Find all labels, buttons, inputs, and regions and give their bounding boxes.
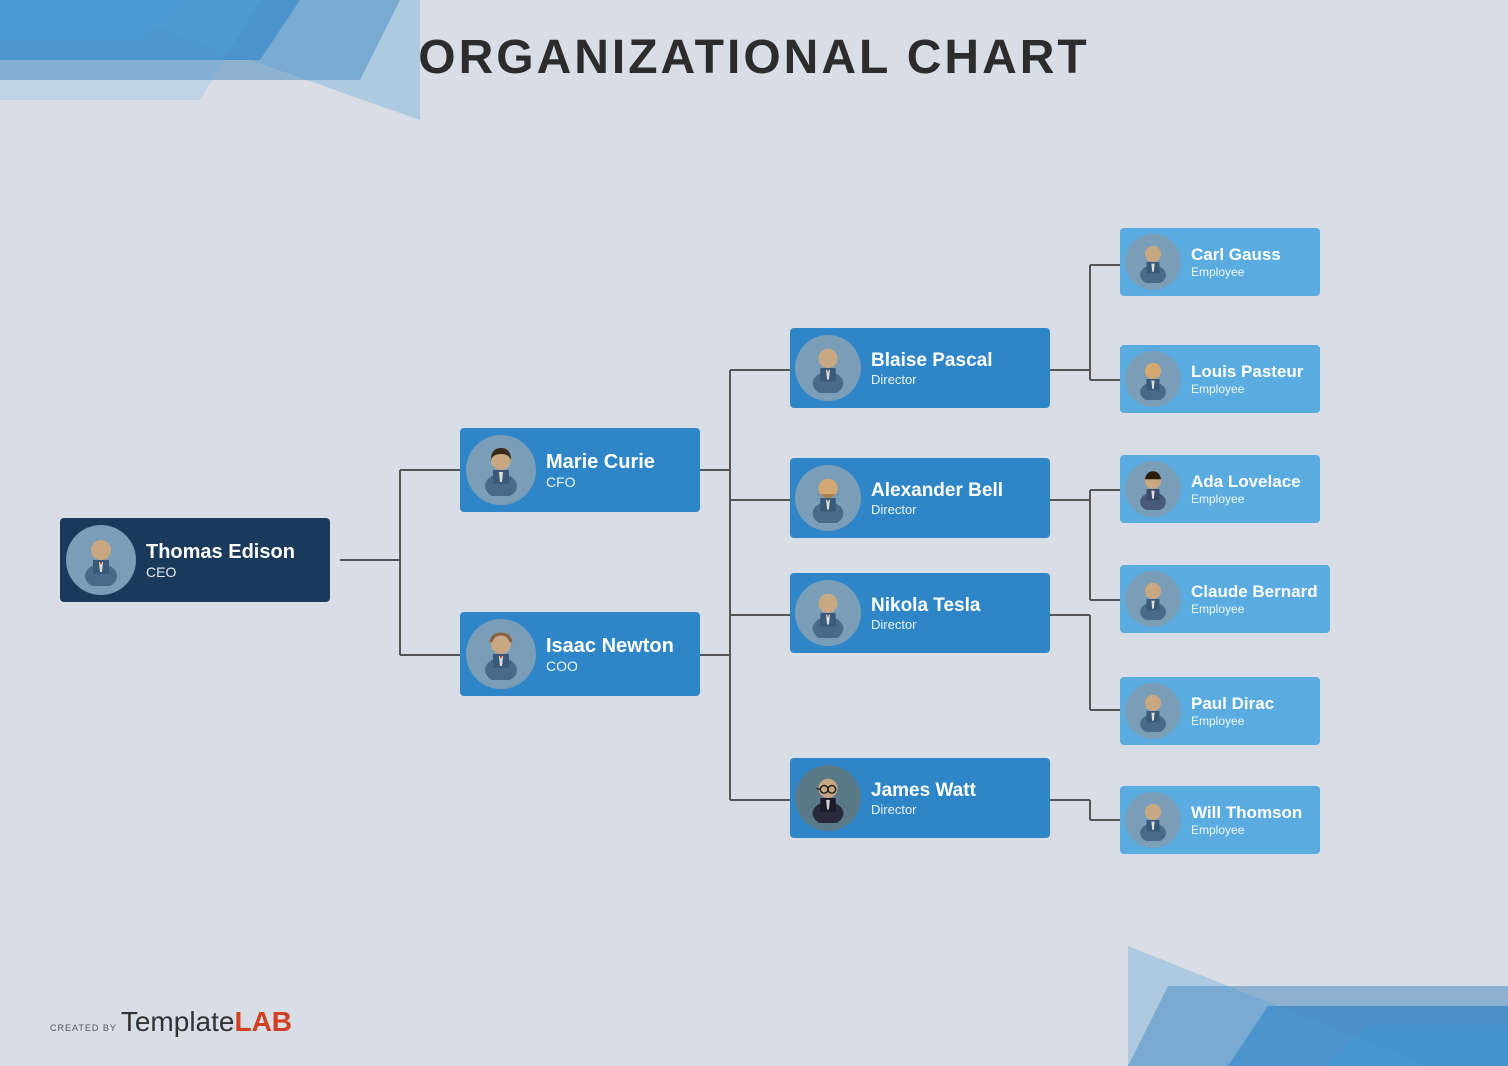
watt-text: James Watt Director: [871, 780, 976, 817]
page-title: ORGANIZATIONAL CHART: [0, 30, 1508, 85]
director-bell-card: Alexander Bell Director: [790, 458, 1050, 538]
bernard-avatar-icon: [1132, 578, 1174, 620]
bell-text: Alexander Bell Director: [871, 480, 1003, 517]
lovelace-role: Employee: [1191, 492, 1301, 506]
lovelace-avatar-icon: [1132, 468, 1174, 510]
ceo-name: Thomas Edison: [146, 541, 295, 564]
footer-template-text: Template: [121, 1006, 235, 1038]
bernard-name: Claude Bernard: [1191, 582, 1318, 602]
pasteur-name: Louis Pasteur: [1191, 362, 1303, 382]
dirac-text: Paul Dirac Employee: [1191, 694, 1274, 728]
lovelace-avatar: [1125, 461, 1181, 517]
bernard-avatar: [1125, 571, 1181, 627]
bell-avatar: [795, 465, 861, 531]
dirac-name: Paul Dirac: [1191, 694, 1274, 714]
thomson-avatar: [1125, 792, 1181, 848]
pascal-role: Director: [871, 372, 992, 387]
bell-avatar-icon: [803, 473, 853, 523]
gauss-text: Carl Gauss Employee: [1191, 245, 1281, 279]
lovelace-name: Ada Lovelace: [1191, 472, 1301, 492]
cfo-role: CFO: [546, 474, 655, 490]
pascal-avatar: [795, 335, 861, 401]
director-watt-card: James Watt Director: [790, 758, 1050, 838]
cfo-text: Marie Curie CFO: [546, 451, 655, 490]
bell-name: Alexander Bell: [871, 480, 1003, 502]
bell-role: Director: [871, 502, 1003, 517]
emp-pasteur-card: Louis Pasteur Employee: [1120, 345, 1320, 413]
pasteur-text: Louis Pasteur Employee: [1191, 362, 1303, 396]
tesla-text: Nikola Tesla Director: [871, 595, 980, 632]
director-pascal-card: Blaise Pascal Director: [790, 328, 1050, 408]
thomson-role: Employee: [1191, 823, 1302, 837]
gauss-role: Employee: [1191, 265, 1281, 279]
pasteur-role: Employee: [1191, 382, 1303, 396]
emp-gauss-card: Carl Gauss Employee: [1120, 228, 1320, 296]
dirac-role: Employee: [1191, 714, 1274, 728]
dirac-avatar-icon: [1132, 690, 1174, 732]
thomson-name: Will Thomson: [1191, 803, 1302, 823]
gauss-avatar-icon: [1132, 241, 1174, 283]
watt-avatar: [795, 765, 861, 831]
footer: CREATED BY Template LAB: [50, 1006, 292, 1038]
pasteur-avatar: [1125, 351, 1181, 407]
bernard-role: Employee: [1191, 602, 1318, 616]
footer-lab-text: LAB: [234, 1006, 292, 1038]
emp-lovelace-card: Ada Lovelace Employee: [1120, 455, 1320, 523]
tesla-avatar: [795, 580, 861, 646]
emp-dirac-card: Paul Dirac Employee: [1120, 677, 1320, 745]
coo-text: Isaac Newton COO: [546, 635, 674, 674]
bernard-text: Claude Bernard Employee: [1191, 582, 1318, 616]
cfo-card: Marie Curie CFO: [460, 428, 700, 512]
tesla-avatar-icon: [803, 588, 853, 638]
coo-avatar: [466, 619, 536, 689]
director-tesla-card: Nikola Tesla Director: [790, 573, 1050, 653]
pascal-avatar-icon: [803, 343, 853, 393]
emp-bernard-card: Claude Bernard Employee: [1120, 565, 1330, 633]
pascal-name: Blaise Pascal: [871, 350, 992, 372]
lovelace-text: Ada Lovelace Employee: [1191, 472, 1301, 506]
pascal-text: Blaise Pascal Director: [871, 350, 992, 387]
dirac-avatar: [1125, 683, 1181, 739]
footer-created-label: CREATED BY: [50, 1023, 117, 1033]
thomson-avatar-icon: [1132, 799, 1174, 841]
tesla-name: Nikola Tesla: [871, 595, 980, 617]
ceo-role: CEO: [146, 564, 295, 580]
coo-name: Isaac Newton: [546, 635, 674, 658]
coo-card: Isaac Newton COO: [460, 612, 700, 696]
emp-thomson-card: Will Thomson Employee: [1120, 786, 1320, 854]
ceo-avatar-icon: [75, 534, 127, 586]
watt-avatar-icon: [803, 773, 853, 823]
pasteur-avatar-icon: [1132, 358, 1174, 400]
ceo-text: Thomas Edison CEO: [146, 541, 295, 580]
coo-role: COO: [546, 658, 674, 674]
cfo-avatar-icon: [475, 444, 527, 496]
cfo-name: Marie Curie: [546, 451, 655, 474]
tesla-role: Director: [871, 617, 980, 632]
cfo-avatar: [466, 435, 536, 505]
gauss-avatar: [1125, 234, 1181, 290]
ceo-card: Thomas Edison CEO: [60, 518, 330, 602]
ceo-avatar: [66, 525, 136, 595]
watt-role: Director: [871, 802, 976, 817]
thomson-text: Will Thomson Employee: [1191, 803, 1302, 837]
gauss-name: Carl Gauss: [1191, 245, 1281, 265]
watt-name: James Watt: [871, 780, 976, 802]
coo-avatar-icon: [475, 628, 527, 680]
